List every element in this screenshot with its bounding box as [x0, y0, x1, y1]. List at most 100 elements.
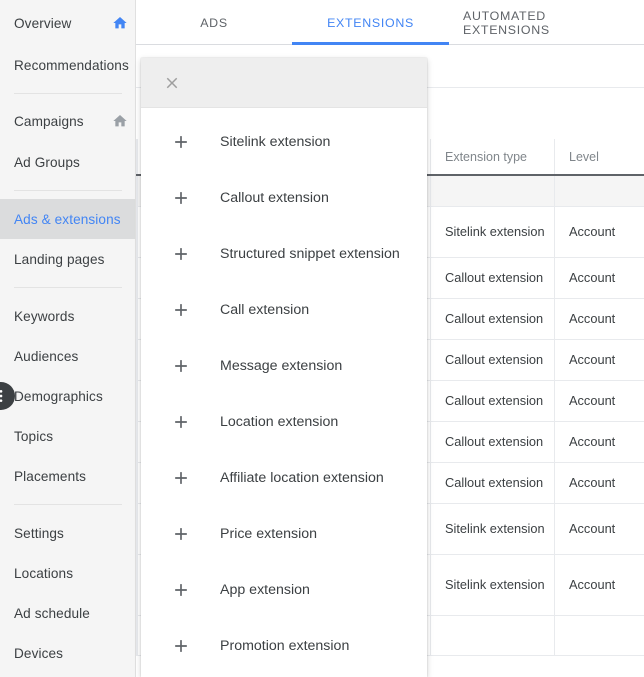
cell-level: Account — [554, 554, 644, 616]
more-vert-icon — [0, 390, 3, 402]
menu-item-location-extension[interactable]: Location extension — [141, 394, 427, 450]
cell-extension-type: Callout extension — [430, 462, 555, 504]
sidebar-item-label: Landing pages — [14, 251, 105, 267]
sidebar-item-label: Settings — [14, 525, 64, 541]
tab-label: AUTOMATED EXTENSIONS — [463, 8, 550, 37]
tab-label: EXTENSIONS — [327, 15, 414, 30]
cell-extension-type: Callout extension — [430, 257, 555, 299]
cell-level: Account — [554, 339, 644, 381]
menu-item-label: App extension — [220, 582, 310, 598]
table-col-level[interactable]: Level — [554, 139, 644, 176]
cell-extension-type: Callout extension — [430, 298, 555, 340]
plus-icon — [171, 188, 191, 208]
menu-item-label: Sitelink extension — [220, 134, 331, 150]
plus-icon — [171, 468, 191, 488]
menu-item-label: Call extension — [220, 302, 310, 318]
sidebar-item-ad-groups[interactable]: Ad Groups — [0, 142, 135, 182]
home-icon[interactable] — [112, 113, 128, 129]
left-sidebar: Overview Recommendations Campaigns Ad Gr… — [0, 0, 136, 677]
cell-level: Account — [554, 206, 644, 258]
cell-extension-type — [430, 615, 555, 656]
cell-extension-type: Callout extension — [430, 339, 555, 381]
sidebar-item-label: Ad schedule — [14, 605, 90, 621]
sidebar-divider — [14, 190, 122, 191]
menu-item-label: Callout extension — [220, 190, 329, 206]
cell-level: Account — [554, 380, 644, 422]
tab-ads[interactable]: ADS — [136, 0, 292, 45]
close-icon[interactable] — [159, 70, 185, 96]
sidebar-item-recommendations[interactable]: Recommendations — [0, 45, 135, 85]
sidebar-item-label: Ad Groups — [14, 154, 80, 170]
sidebar-item-placements[interactable]: Placements — [0, 456, 135, 496]
plus-icon — [171, 244, 191, 264]
sidebar-item-settings[interactable]: Settings — [0, 513, 135, 553]
tab-bar: ADS EXTENSIONS AUTOMATED EXTENSIONS — [136, 0, 644, 45]
sidebar-item-ads-extensions[interactable]: Ads & extensions — [0, 199, 135, 239]
cell-level — [554, 615, 644, 656]
tab-label: ADS — [200, 15, 228, 30]
cell-extension-type: Sitelink extension — [430, 503, 555, 555]
menu-item-price-extension[interactable]: Price extension — [141, 506, 427, 562]
sidebar-item-label: Recommendations — [14, 57, 129, 73]
sidebar-item-label: Demographics — [14, 388, 103, 404]
tab-extensions[interactable]: EXTENSIONS — [292, 0, 449, 45]
menu-item-label: Affiliate location extension — [220, 470, 384, 486]
table-col-extension-type[interactable]: Extension type — [430, 139, 555, 176]
cell-level: Account — [554, 421, 644, 463]
ads-extensions-page: Overview Recommendations Campaigns Ad Gr… — [0, 0, 644, 677]
sidebar-item-label: Placements — [14, 468, 87, 484]
menu-item-label: Price extension — [220, 526, 317, 542]
sidebar-item-overview[interactable]: Overview — [0, 3, 135, 43]
plus-icon — [171, 132, 191, 152]
add-extension-dropdown: Sitelink extension Callout extension Str… — [141, 58, 427, 677]
sidebar-item-label: Audiences — [14, 348, 79, 364]
sidebar-item-campaigns[interactable]: Campaigns — [0, 101, 135, 141]
sidebar-item-label: Devices — [14, 645, 64, 661]
menu-item-call-extension[interactable]: Call extension — [141, 282, 427, 338]
sidebar-item-demographics[interactable]: Demographics — [0, 376, 135, 416]
dropdown-item-list: Sitelink extension Callout extension Str… — [141, 108, 427, 674]
menu-item-affiliate-location-extension[interactable]: Affiliate location extension — [141, 450, 427, 506]
sidebar-item-ad-schedule[interactable]: Ad schedule — [0, 593, 135, 633]
sidebar-item-keywords[interactable]: Keywords — [0, 296, 135, 336]
sidebar-item-label: Ads & extensions — [14, 211, 121, 227]
sidebar-item-label: Overview — [14, 15, 72, 31]
main-content: ADS EXTENSIONS AUTOMATED EXTENSIONS Exte… — [136, 0, 644, 677]
sidebar-item-label: Locations — [14, 565, 74, 581]
plus-icon — [171, 412, 191, 432]
sidebar-divider — [14, 287, 122, 288]
sidebar-item-label: Keywords — [14, 308, 75, 324]
menu-item-label: Structured snippet extension — [220, 246, 400, 262]
sidebar-item-label: Campaigns — [14, 113, 84, 129]
menu-item-sitelink-extension[interactable]: Sitelink extension — [141, 114, 427, 170]
menu-item-callout-extension[interactable]: Callout extension — [141, 170, 427, 226]
cell-extension-type: Sitelink extension — [430, 554, 555, 616]
home-icon[interactable] — [112, 15, 128, 31]
sidebar-item-landing-pages[interactable]: Landing pages — [0, 239, 135, 279]
plus-icon — [171, 636, 191, 656]
plus-icon — [171, 580, 191, 600]
menu-item-label: Message extension — [220, 358, 343, 374]
sidebar-item-devices[interactable]: Devices — [0, 633, 135, 673]
cell-level: Account — [554, 462, 644, 504]
plus-icon — [171, 300, 191, 320]
menu-item-app-extension[interactable]: App extension — [141, 562, 427, 618]
cell-level: Account — [554, 503, 644, 555]
plus-icon — [171, 356, 191, 376]
menu-item-structured-snippet-extension[interactable]: Structured snippet extension — [141, 226, 427, 282]
cell-level: Account — [554, 257, 644, 299]
tab-automated-extensions[interactable]: AUTOMATED EXTENSIONS — [449, 0, 644, 45]
dropdown-header — [141, 58, 427, 108]
sidebar-item-topics[interactable]: Topics — [0, 416, 135, 456]
menu-item-label: Promotion extension — [220, 638, 350, 654]
cell-level: Account — [554, 298, 644, 340]
menu-item-message-extension[interactable]: Message extension — [141, 338, 427, 394]
menu-item-promotion-extension[interactable]: Promotion extension — [141, 618, 427, 674]
sidebar-item-locations[interactable]: Locations — [0, 553, 135, 593]
cell-extension-type: Sitelink extension — [430, 206, 555, 258]
cell-extension-type: Callout extension — [430, 421, 555, 463]
plus-icon — [171, 524, 191, 544]
sidebar-item-audiences[interactable]: Audiences — [0, 336, 135, 376]
menu-item-label: Location extension — [220, 414, 339, 430]
sidebar-divider — [14, 504, 122, 505]
